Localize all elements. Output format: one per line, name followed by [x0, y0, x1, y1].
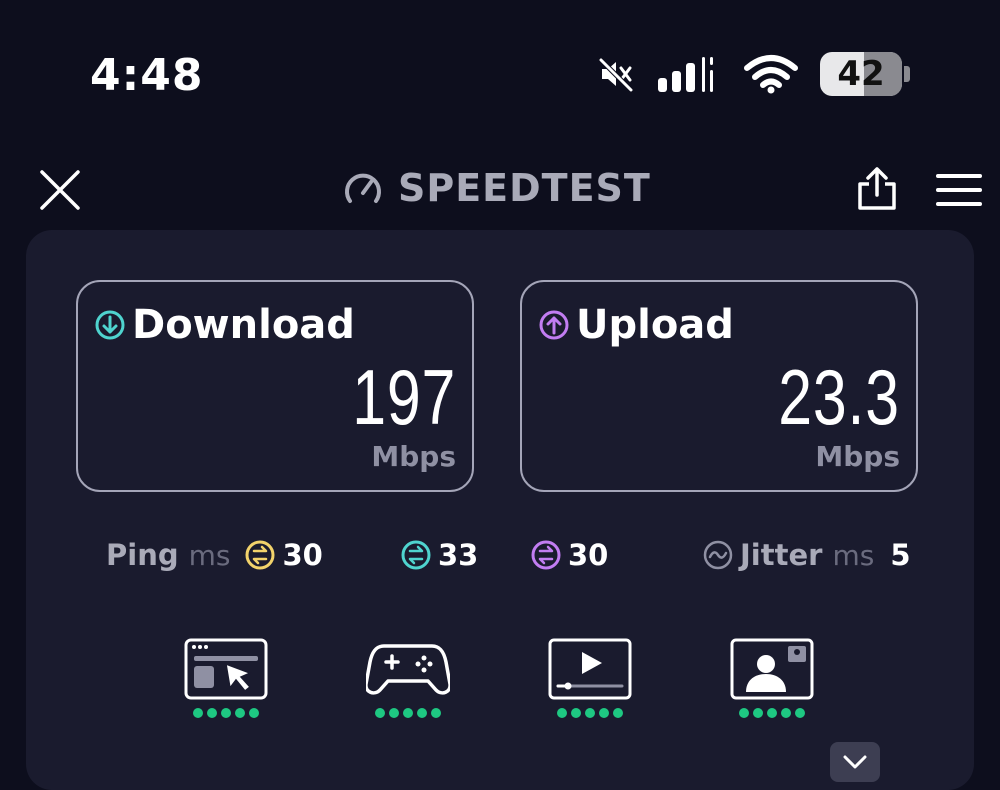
ping-upload-value: 30 [568, 538, 609, 572]
upload-value: 23.3 [778, 353, 900, 441]
upload-result: Upload 23.3 Mbps [520, 280, 918, 492]
ping-upload-icon [531, 540, 561, 570]
rating-dot [767, 708, 777, 718]
rating-dot [375, 708, 385, 718]
status-icons: 42 [598, 52, 910, 96]
rating-dot [599, 708, 609, 718]
rating-dot [431, 708, 441, 718]
silent-mode-icon [599, 58, 633, 92]
menu-icon [936, 174, 982, 206]
share-button[interactable] [854, 166, 900, 212]
speedtest-logo: SPEEDTEST [342, 166, 651, 210]
download-label: Download [132, 302, 355, 348]
rating-dot [235, 708, 245, 718]
jitter-unit: ms [832, 538, 875, 572]
rating-dot [403, 708, 413, 718]
rating-dot [557, 708, 567, 718]
results-card: Download 197 Mbps Upload 23.3 Mbps Ping … [26, 230, 974, 790]
video-call-icon [730, 638, 814, 700]
cellular-signal-icon [658, 57, 713, 92]
upload-unit: Mbps [815, 440, 900, 473]
download-unit: Mbps [371, 440, 456, 473]
gaming-controller-icon [366, 644, 450, 695]
share-icon [858, 167, 896, 210]
upload-label: Upload [576, 302, 734, 348]
video-streaming-rating[interactable] [548, 638, 632, 718]
ping-download-icon [401, 540, 431, 570]
brand-name: SPEEDTEST [398, 166, 651, 210]
ping-idle-value: 30 [282, 538, 323, 572]
jitter-icon [703, 540, 733, 570]
rating-dot [389, 708, 399, 718]
rating-dot [795, 708, 805, 718]
rating-dot [417, 708, 427, 718]
rating-dot [613, 708, 623, 718]
rating-dot [221, 708, 231, 718]
ping-idle: Ping ms 30 [106, 538, 323, 572]
video-streaming-icon [548, 638, 632, 700]
expand-button[interactable] [830, 742, 880, 782]
video-call-rating[interactable] [730, 638, 814, 718]
gaming-rating[interactable] [366, 638, 450, 718]
web-browsing-rating[interactable] [184, 638, 268, 718]
ping-upload: 30 [530, 538, 608, 572]
video-call-dots [739, 708, 805, 718]
web-browsing-dots [193, 708, 259, 718]
jitter-value: 5 [890, 538, 911, 572]
ping-jitter-row: Ping ms 30 33 30 Jitter ms 5 [106, 538, 926, 578]
rating-dot [753, 708, 763, 718]
web-browsing-icon [184, 638, 268, 700]
video-streaming-dots [557, 708, 623, 718]
rating-dot [585, 708, 595, 718]
rating-dot [781, 708, 791, 718]
upload-icon [539, 310, 569, 340]
rating-dot [207, 708, 217, 718]
rating-dot [571, 708, 581, 718]
jitter: Jitter ms 5 [702, 538, 911, 572]
chevron-down-icon [843, 755, 867, 769]
download-result: Download 197 Mbps [76, 280, 474, 492]
wifi-icon [744, 55, 798, 94]
gaming-dots [375, 708, 441, 718]
download-value: 197 [352, 353, 456, 441]
ping-unit: ms [188, 538, 231, 572]
battery-level: 42 [837, 54, 885, 94]
jitter-label: Jitter [740, 538, 823, 572]
rating-dot [739, 708, 749, 718]
speedometer-icon [345, 173, 381, 203]
ping-idle-icon [245, 540, 275, 570]
close-icon [40, 170, 80, 210]
ping-label: Ping [106, 538, 179, 572]
ping-download: 33 [400, 538, 478, 572]
rating-dot [249, 708, 259, 718]
close-button[interactable] [38, 168, 82, 212]
download-icon [95, 310, 125, 340]
ping-download-value: 33 [438, 538, 479, 572]
status-time: 4:48 [90, 50, 204, 101]
battery-icon: 42 [820, 52, 902, 96]
rating-dot [193, 708, 203, 718]
menu-button[interactable] [934, 170, 984, 210]
